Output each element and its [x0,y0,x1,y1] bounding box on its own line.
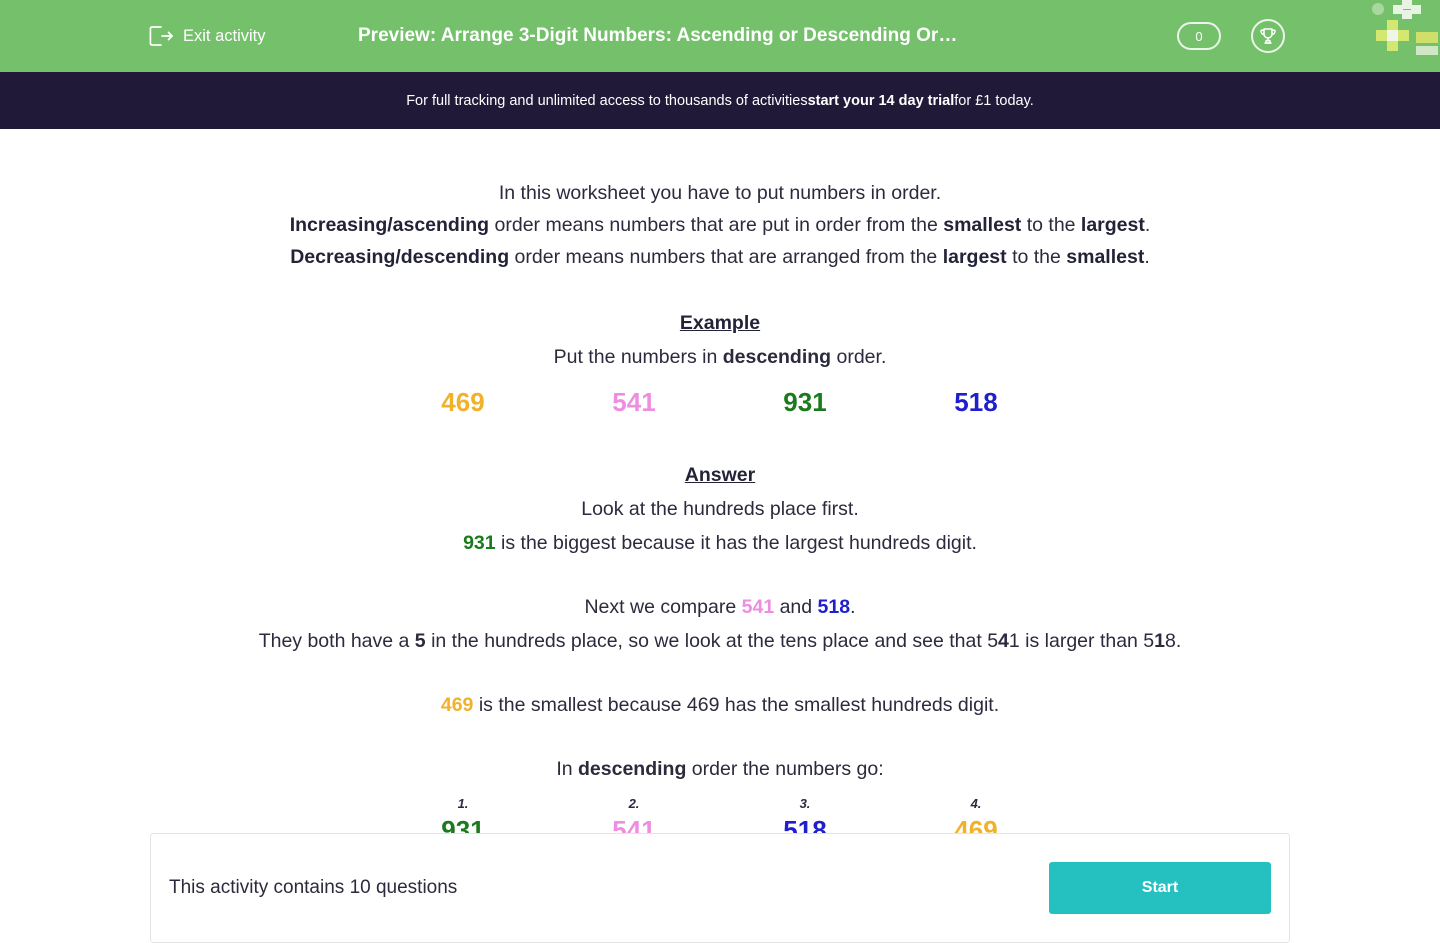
answer-line-3-c: . [850,596,856,618]
example-number-1: 469 [441,387,485,417]
answer-line-4-a: They both have a [258,630,415,652]
intro-line-3-end: . [1144,246,1150,268]
answer-line-4-g: 8. [1165,630,1182,652]
example-number-2: 541 [612,387,656,417]
exit-door-arrow-icon [148,24,174,48]
trophy-button[interactable] [1251,19,1285,53]
score-value: 0 [1195,28,1203,44]
answer-line-3-a: Next we compare [584,596,742,618]
intro-line-3: Decreasing/descending order means number… [0,241,1440,273]
answer-line-4-c: in the hundreds place, so we look at the… [425,630,999,652]
intro-line-3-mid-2: to the [1006,246,1067,268]
example-heading: Example [679,312,761,334]
example-number-3: 931 [783,387,827,417]
final-index-4: 4. [970,796,982,811]
descending-term: Decreasing/descending [290,246,510,268]
exit-activity-label: Exit activity [183,26,266,45]
tens-digit-4: 4 [998,630,1009,652]
example-instruction-a: Put the numbers in [553,346,723,368]
largest-term-2: largest [942,246,1007,268]
answer-number-541: 541 [741,596,775,618]
intro-line-1: In this worksheet you have to put number… [498,182,942,204]
example-instruction-emphasis: descending [722,346,832,368]
example-instruction-c: order. [831,346,887,368]
intro-line-2-mid-2: to the [1021,214,1081,236]
final-order-caption: In descending order the numbers go: [0,753,1440,785]
answer-line-3-b: and [774,596,818,618]
hundreds-digit-5: 5 [414,630,426,652]
intro-line-3-mid: order means numbers that are arranged fr… [509,246,943,268]
final-index-1: 1. [457,796,469,811]
answer-number-931: 931 [463,532,496,554]
answer-line-3: Next we compare 541 and 518. [0,591,1440,623]
answer-line-2-text: is the biggest because it has the larges… [495,532,977,554]
activity-summary-card: This activity contains 10 questions Star… [150,833,1290,943]
tens-digit-1: 1 [1154,630,1166,652]
promo-suffix: for £1 today. [954,92,1034,109]
answer-line-5: 469 is the smallest because 469 has the … [0,689,1440,721]
smallest-term-2: smallest [1066,246,1145,268]
answer-line-4: They both have a 5 in the hundreds place… [0,625,1440,657]
final-order-a: In [556,758,579,780]
answer-number-469: 469 [440,694,474,716]
trophy-icon [1258,26,1278,46]
final-index-2: 2. [628,796,640,811]
activity-question-count: This activity contains 10 questions [169,877,458,898]
worksheet-content: In this worksheet you have to put number… [0,129,1440,861]
score-badge[interactable]: 0 [1177,22,1221,50]
answer-heading: Answer [684,464,756,486]
example-number-4: 518 [954,387,998,417]
intro-line-2: Increasing/ascending order means numbers… [0,209,1440,241]
smallest-term-1: smallest [943,214,1022,236]
largest-term-1: largest [1080,214,1145,236]
answer-number-518: 518 [817,596,851,618]
promo-prefix: For full tracking and unlimited access t… [406,92,808,109]
answer-line-5-text: is the smallest because 469 has the smal… [473,694,1000,716]
answer-line-4-e: 1 is larger than 5 [1008,630,1155,652]
start-button[interactable]: Start [1049,862,1271,914]
app-header: Exit activity Preview: Arrange 3-Digit N… [0,0,1440,72]
intro-line-2-end: . [1144,214,1151,236]
ascending-term: Increasing/ascending [289,214,490,236]
intro-line-2-mid: order means numbers that are put in orde… [489,214,944,236]
header-actions: 0 [1177,0,1440,72]
promo-banner[interactable]: For full tracking and unlimited access t… [0,72,1440,129]
final-order-c: order the numbers go: [686,758,884,780]
final-index-3: 3. [799,796,811,811]
page-title: Preview: Arrange 3-Digit Numbers: Ascend… [358,25,958,46]
final-order-emphasis: descending [578,758,687,780]
example-numbers-row: 469 541 931 518 [0,385,1440,429]
exit-activity-button[interactable]: Exit activity [148,24,266,48]
answer-line-1: Look at the hundreds place first. [581,498,859,520]
example-instruction: Put the numbers in descending order. [0,341,1440,373]
answer-line-2: 931 is the biggest because it has the la… [0,527,1440,559]
promo-emphasis: start your 14 day trial [807,92,955,109]
